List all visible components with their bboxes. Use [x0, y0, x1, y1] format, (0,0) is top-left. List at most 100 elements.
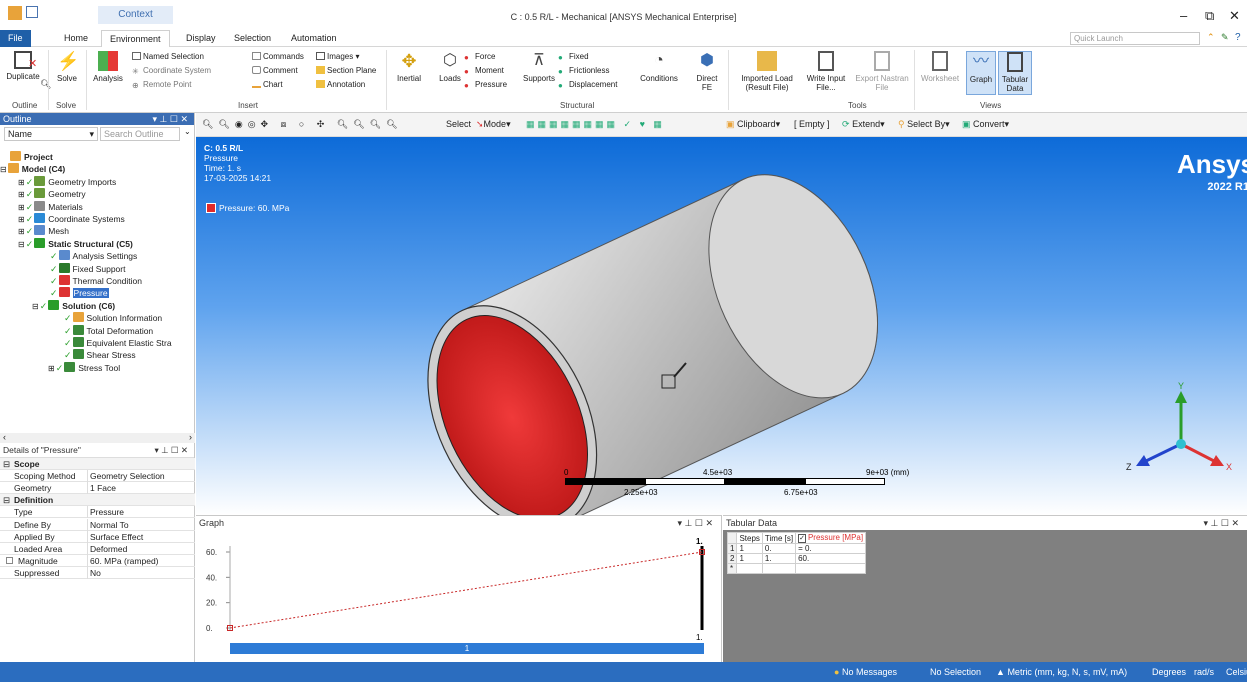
comment-button[interactable]: Comment [252, 65, 298, 77]
collapse-icon[interactable]: ⊟ [3, 458, 10, 470]
section-plane-button[interactable]: Section Plane [316, 65, 376, 77]
force-button[interactable]: ● Force [464, 51, 495, 63]
details-panel-controls-icon[interactable]: ▾ ⊥ ☐ ✕ [155, 443, 189, 458]
cell-pressure[interactable]: = 0. [795, 543, 867, 554]
cell-steps[interactable]: 1 [736, 543, 763, 554]
pressure-button[interactable]: ● Pressure [464, 79, 507, 91]
details-value[interactable]: No [90, 567, 101, 579]
details-value[interactable]: 60. MPa (ramped) [90, 555, 159, 567]
expander-icon[interactable]: ⊞ [18, 215, 25, 224]
parameter-checkbox[interactable] [6, 556, 13, 564]
details-value[interactable]: Normal To [90, 519, 129, 531]
delete-icon[interactable]: ✕ [28, 57, 37, 70]
tree-item[interactable]: ⊞✓ Mesh [18, 225, 69, 237]
expander-icon[interactable]: ⊟ [18, 240, 25, 249]
imported-load-button[interactable]: Imported Load (Result File) [734, 51, 800, 92]
details-value[interactable]: Geometry Selection [90, 470, 165, 482]
restore-icon[interactable]: ⧉ [1205, 8, 1214, 24]
named-selection-button[interactable]: Named Selection [132, 51, 204, 63]
tab-home[interactable]: Home [56, 30, 96, 47]
expander-icon[interactable]: ⊞ [18, 178, 25, 187]
commands-button[interactable]: Commands [252, 51, 304, 63]
expander-icon[interactable]: ⊟ [32, 302, 39, 311]
tree-item[interactable]: ✓ Equivalent Elastic Stra [64, 337, 172, 349]
angle-units[interactable]: Degrees [1152, 667, 1186, 677]
cell-pressure[interactable] [795, 563, 867, 574]
solve-button[interactable]: ⚡ Solve [52, 51, 82, 83]
cell-time[interactable] [761, 563, 797, 574]
mode-dropdown[interactable]: ➘Mode▾ [476, 119, 511, 130]
outline-filter-select[interactable]: Name ▾ [4, 127, 98, 141]
table-row[interactable]: 1 1 0. = 0. [726, 543, 867, 554]
tabular-data-button[interactable]: Tabular Data [998, 51, 1032, 95]
write-input-button[interactable]: Write Input File... [804, 51, 848, 92]
outline-horizontal-scrollbar[interactable]: ‹ › [0, 432, 195, 443]
extend-dropdown[interactable]: ⟳ Extend▾ [842, 119, 885, 130]
close-icon[interactable]: ✕ [1229, 8, 1240, 24]
clipboard-button[interactable]: ▣ Clipboard▾ [726, 119, 780, 130]
panel-controls-icon[interactable]: ▾ ⊥ ☐ ✕ [153, 113, 188, 125]
details-row[interactable]: Scoping Method Geometry Selection [0, 470, 195, 483]
analysis-button[interactable]: Analysis [90, 51, 126, 83]
table-row[interactable]: 2 1 1. 60. [726, 553, 867, 564]
tree-item[interactable]: ✓ Pressure [50, 287, 109, 299]
details-row[interactable]: Geometry 1 Face [0, 482, 195, 495]
details-row[interactable]: Type Pressure [0, 506, 195, 519]
expander-icon[interactable]: ⊞ [48, 364, 55, 373]
details-section-header[interactable]: ⊟ Definition [0, 494, 195, 507]
graphics-viewport[interactable]: C: 0.5 R/L Pressure Time: 1. s 17-03-202… [196, 137, 1247, 515]
tree-item[interactable]: ✓ Solution Information [64, 312, 162, 324]
tree-item[interactable]: Project [10, 151, 53, 163]
find-icon[interactable]: 🔍︎ [40, 79, 51, 90]
quick-launch-input[interactable]: Quick Launch [1070, 32, 1200, 45]
cell-time[interactable]: 0. [761, 543, 797, 554]
direct-fe-button[interactable]: ⬢ Direct FE [692, 51, 722, 92]
frictionless-button[interactable]: ● Frictionless [558, 65, 609, 77]
tab-display[interactable]: Display [178, 30, 224, 47]
tabular-panel-controls-icon[interactable]: ▾ ⊥ ☐ ✕ [1204, 516, 1239, 530]
tree-item[interactable]: ⊞✓ Stress Tool [48, 361, 120, 374]
tree-item[interactable]: ✓ Thermal Condition [50, 275, 142, 287]
zoom-tools-icon[interactable]: 🔍︎🔍︎◉◎✥ ⧈ ○ ✣ 🔍︎🔍︎🔍︎🔍︎ [202, 119, 403, 130]
details-row[interactable]: Loaded Area Deformed [0, 542, 195, 555]
images-button[interactable]: Images ▾ [316, 51, 359, 63]
remote-point-button[interactable]: ⊕ Remote Point [132, 79, 191, 91]
help-icon[interactable]: ? [1235, 32, 1241, 43]
expander-icon[interactable]: ⊞ [18, 227, 25, 236]
tab-environment[interactable]: Environment [101, 30, 170, 47]
supports-button[interactable]: ⊼ Supports [522, 51, 556, 83]
worksheet-button[interactable]: Worksheet [916, 51, 964, 83]
tree-item[interactable]: ⊞✓ Materials [18, 200, 83, 213]
details-row[interactable]: Magnitude 60. MPa (ramped) [0, 554, 195, 567]
moment-button[interactable]: ● Moment [464, 65, 504, 77]
conditions-button[interactable]: ◔ Conditions [636, 51, 682, 83]
column-header-pressure[interactable]: ✓ Pressure [MPa] [795, 532, 867, 544]
coordinate-system-button[interactable]: ✳ Coordinate System [132, 65, 211, 77]
tree-item[interactable]: ⊟ Model (C4) [0, 163, 65, 175]
select-by-dropdown[interactable]: ⚲ Select By▾ [898, 119, 950, 130]
tree-item[interactable]: ✓ Shear Stress [64, 349, 136, 361]
outline-search-input[interactable]: Search Outline [100, 127, 180, 141]
timeline-bar[interactable]: 1 [230, 643, 704, 654]
tree-item[interactable]: ✓ Total Deformation [64, 324, 153, 337]
graph-button[interactable]: 〰 Graph [966, 51, 996, 95]
tree-item[interactable]: ⊞✓ Geometry Imports [18, 175, 116, 188]
inertial-button[interactable]: ✥ Inertial [392, 51, 426, 83]
details-row[interactable]: Applied By Surface Effect [0, 530, 195, 543]
details-section-header[interactable]: ⊟ Scope [0, 458, 195, 470]
annotation-button[interactable]: Annotation [316, 79, 365, 91]
details-value[interactable]: Surface Effect [90, 531, 143, 543]
details-row[interactable]: Define By Normal To [0, 518, 195, 531]
tree-item[interactable]: ✓ Analysis Settings [50, 250, 137, 262]
graph-panel-controls-icon[interactable]: ▾ ⊥ ☐ ✕ [678, 516, 713, 530]
displacement-button[interactable]: ● Displacement [558, 79, 617, 91]
temperature-units[interactable]: Celsius [1226, 667, 1247, 677]
checkbox-icon[interactable]: ✓ [798, 534, 806, 543]
units-status[interactable]: ▲ Metric (mm, kg, N, s, mV, mA) [996, 667, 1127, 677]
tree-item[interactable]: ✓ Fixed Support [50, 262, 125, 275]
selection-filter-icons[interactable]: ▦▦▦▦▦▦▦▦ ✓ ♥ ▦ [526, 119, 665, 130]
fixed-button[interactable]: ● Fixed [558, 51, 589, 63]
export-nastran-button[interactable]: Export Nastran File [854, 51, 910, 92]
details-value[interactable]: Pressure [90, 506, 124, 518]
tab-selection[interactable]: Selection [226, 30, 279, 47]
